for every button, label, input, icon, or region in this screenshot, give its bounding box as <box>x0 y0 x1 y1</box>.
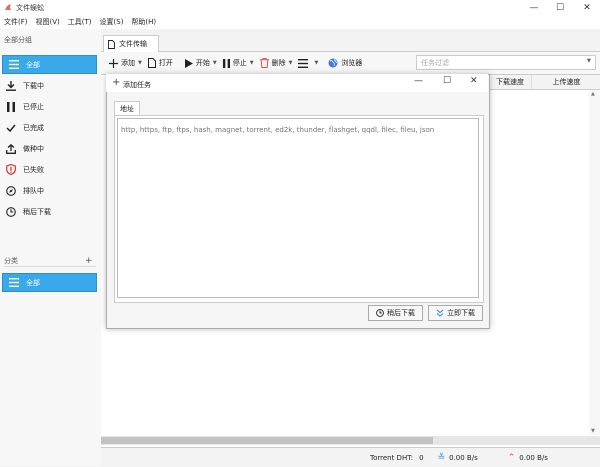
tab-label: 文件传输 <box>119 40 147 48</box>
sidebar-item-label: 全部 <box>26 60 40 69</box>
column-upload-speed[interactable]: 上传速度 <box>531 75 600 90</box>
add-button[interactable]: 添加 ▼ <box>109 58 142 68</box>
menu-tools[interactable]: 工具(T) <box>64 15 96 29</box>
sidebar-item-label: 下载中 <box>23 81 44 90</box>
pause-icon <box>222 58 230 68</box>
sidebar-item-label: 排队中 <box>23 186 44 195</box>
minimize-icon[interactable]: — <box>521 0 547 15</box>
globe-icon <box>328 58 338 68</box>
category-label: 分类 <box>4 257 18 265</box>
menu-settings[interactable]: 设置(S) <box>96 15 128 29</box>
status-bar: Torrent DHT: 0 ≚ 0.00 B/s ⌃ 0.00 B/s <box>101 447 600 467</box>
sidebar-item-completed[interactable]: 已完成 <box>0 118 97 137</box>
upload-icon <box>5 143 17 155</box>
column-download-speed[interactable]: 下载速度 <box>488 75 531 90</box>
sidebar-item-label: 已停止 <box>23 102 44 111</box>
category-item-all[interactable]: 全部 <box>2 273 97 292</box>
horizontal-scrollbar-thumb[interactable] <box>101 437 433 444</box>
open-button[interactable]: 打开 <box>147 58 173 68</box>
tab-strip <box>101 29 600 52</box>
sidebar-item-all[interactable]: 全部 <box>2 55 97 74</box>
check-icon <box>5 122 17 134</box>
dht-value: 0 <box>419 453 424 462</box>
download-speed-icon: ≚ <box>437 452 446 463</box>
app-logo-icon <box>5 4 11 10</box>
stop-button[interactable]: 停止 ▼ <box>222 58 254 68</box>
browser-label: 浏览器 <box>341 59 363 67</box>
sidebar-item-failed[interactable]: 已失败 <box>0 160 97 179</box>
scroll-down-icon[interactable]: ▼ <box>591 428 595 434</box>
window-title: 文件蜈蚣 <box>16 4 44 12</box>
menu-icon <box>8 59 20 71</box>
tab-address[interactable]: 地址 <box>114 101 140 116</box>
address-input[interactable] <box>117 118 479 298</box>
file-icon <box>147 58 156 68</box>
chevron-down-icon[interactable]: ▼ <box>587 58 591 64</box>
clock-icon <box>376 309 384 317</box>
download-now-label: 立即下载 <box>447 309 475 317</box>
menu-icon <box>8 277 20 289</box>
maximize-icon[interactable]: ☐ <box>547 0 573 15</box>
sidebar-item-seeding[interactable]: 做种中 <box>0 139 97 158</box>
plus-icon: + <box>112 77 121 88</box>
sidebar-item-label: 已完成 <box>23 123 44 132</box>
delete-label: 删除 <box>271 59 286 67</box>
menu-bar: 文件(F) 视图(V) 工具(T) 设置(S) 帮助(H) <box>0 15 600 29</box>
scroll-up-icon[interactable]: ▲ <box>591 91 595 97</box>
upload-speed-icon: ⌃ <box>507 452 516 463</box>
tab-transfer[interactable]: 文件传输 <box>103 35 159 52</box>
sidebar-item-label: 已失败 <box>23 165 44 174</box>
pause-icon <box>5 101 17 113</box>
close-icon[interactable]: ✕ <box>574 0 600 15</box>
plus-icon <box>109 58 118 68</box>
title-bar <box>0 0 600 15</box>
menu-icon <box>298 58 309 68</box>
dialog-close-icon[interactable]: ✕ <box>470 76 478 86</box>
task-filter-input[interactable]: 任务过滤 <box>416 55 596 70</box>
divider <box>4 266 96 267</box>
sidebar-item-label: 稍后下载 <box>23 207 51 216</box>
dialog-maximize-icon[interactable]: ☐ <box>443 76 451 86</box>
dialog-title-bar <box>106 74 488 92</box>
download-later-label: 稍后下载 <box>387 309 415 317</box>
upload-speed-value: 0.00 B/s <box>519 453 548 462</box>
more-menu-button[interactable]: ▼ <box>298 58 318 68</box>
open-label: 打开 <box>158 59 173 67</box>
stop-label: 停止 <box>232 59 247 67</box>
download-now-button[interactable]: 立即下载 <box>428 305 483 321</box>
download-speed-value: 0.00 B/s <box>449 453 478 462</box>
menu-file[interactable]: 文件(F) <box>0 15 32 29</box>
download-later-button[interactable]: 稍后下载 <box>368 305 423 321</box>
file-icon <box>108 39 115 49</box>
sidebar-item-later[interactable]: 稍后下载 <box>0 202 97 221</box>
start-label: 开始 <box>195 59 210 67</box>
error-shield-icon <box>5 164 17 176</box>
sidebar-item-queued[interactable]: 排队中 <box>0 181 97 200</box>
add-label: 添加 <box>121 59 135 67</box>
compass-icon <box>5 185 17 197</box>
clock-icon <box>5 206 17 218</box>
dialog-title: 添加任务 <box>123 81 151 89</box>
dialog-minimize-icon[interactable]: — <box>414 76 423 86</box>
all-groups-label: 全部分组 <box>4 36 32 44</box>
vertical-scrollbar[interactable] <box>589 90 600 435</box>
add-category-button[interactable]: + <box>85 256 93 266</box>
browser-button[interactable]: 浏览器 <box>328 58 362 68</box>
sidebar-item-downloading[interactable]: 下载中 <box>0 76 97 95</box>
play-icon <box>184 58 193 68</box>
double-chevron-down-icon <box>436 309 444 317</box>
sidebar-item-label: 做种中 <box>23 144 44 153</box>
trash-icon <box>259 58 269 68</box>
delete-button[interactable]: 删除 ▼ <box>259 58 292 68</box>
download-icon <box>5 80 17 92</box>
menu-view[interactable]: 视图(V) <box>32 15 64 29</box>
start-button[interactable]: 开始 ▼ <box>184 58 217 68</box>
menu-help[interactable]: 帮助(H) <box>127 15 160 29</box>
dht-label: Torrent DHT: <box>370 453 414 462</box>
sidebar-item-stopped[interactable]: 已停止 <box>0 97 97 116</box>
category-item-label: 全部 <box>26 278 40 287</box>
